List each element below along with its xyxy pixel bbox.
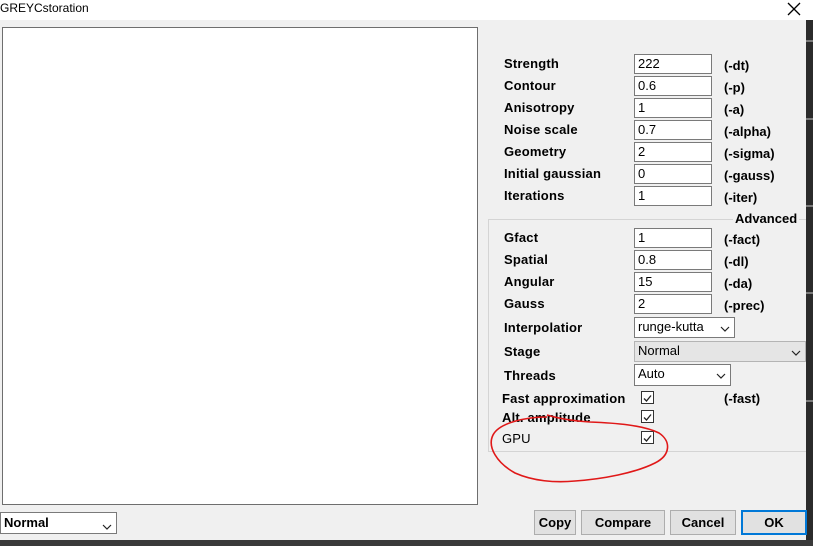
- view-mode-select[interactable]: Normal: [0, 512, 117, 534]
- strength-input[interactable]: 222: [634, 54, 712, 74]
- background-window-edge: [806, 20, 813, 546]
- anisotropy-label: Anisotropy: [504, 100, 575, 115]
- gfact-label: Gfact: [504, 230, 539, 245]
- copy-button[interactable]: Copy: [534, 510, 576, 535]
- compare-button[interactable]: Compare: [581, 510, 665, 535]
- advanced-group-legend: Advanced: [733, 211, 800, 227]
- initial-gaussian-input[interactable]: 0: [634, 164, 712, 184]
- contour-flag: (-p): [724, 80, 745, 95]
- background-window-edge-mark: [806, 118, 813, 120]
- strength-label: Strength: [504, 56, 560, 71]
- threads-label: Threads: [504, 368, 556, 383]
- iterations-label: Iterations: [504, 188, 565, 203]
- chevron-down-icon: [720, 321, 730, 332]
- initial-gaussian-flag: (-gauss): [724, 168, 775, 183]
- threads-value: Auto: [638, 366, 665, 381]
- background-window-edge-mark: [806, 40, 813, 42]
- geometry-flag: (-sigma): [724, 146, 775, 161]
- angular-label: Angular: [504, 274, 555, 289]
- interpolation-label: Interpolatior: [504, 320, 583, 335]
- ok-button[interactable]: OK: [741, 510, 807, 535]
- background-window-edge-mark: [806, 400, 813, 402]
- geometry-label: Geometry: [504, 144, 567, 159]
- angular-input[interactable]: 15: [634, 272, 712, 292]
- gfact-input[interactable]: 1: [634, 228, 712, 248]
- gfact-flag: (-fact): [724, 232, 761, 247]
- close-icon[interactable]: [785, 0, 803, 18]
- angular-flag: (-da): [724, 276, 753, 291]
- noise-scale-flag: (-alpha): [724, 124, 771, 139]
- window-title: GREYCstoration: [0, 1, 89, 15]
- contour-input[interactable]: 0.6: [634, 76, 712, 96]
- initial-gaussian-label: Initial gaussian: [504, 166, 602, 181]
- fast-approximation-checkbox[interactable]: [641, 391, 654, 404]
- stage-select[interactable]: Normal: [634, 341, 806, 362]
- image-preview[interactable]: [2, 27, 478, 505]
- fast-approximation-flag: (-fast): [724, 391, 761, 406]
- contour-label: Contour: [504, 78, 556, 93]
- chevron-down-icon: [791, 345, 801, 356]
- gauss-flag: (-prec): [724, 298, 765, 313]
- spatial-label: Spatial: [504, 252, 549, 267]
- noise-scale-label: Noise scale: [504, 122, 578, 137]
- chevron-down-icon: [716, 368, 726, 379]
- threads-select[interactable]: Auto: [634, 364, 731, 386]
- interpolation-value: runge-kutta: [638, 319, 704, 334]
- anisotropy-flag: (-a): [724, 102, 745, 117]
- iterations-input[interactable]: 1: [634, 186, 712, 206]
- noise-scale-input[interactable]: 0.7: [634, 120, 712, 140]
- gauss-input[interactable]: 2: [634, 294, 712, 314]
- geometry-input[interactable]: 2: [634, 142, 712, 162]
- background-taskbar-edge: [0, 540, 813, 546]
- spatial-flag: (-dl): [724, 254, 749, 269]
- title-bar: GREYCstoration: [0, 0, 813, 20]
- spatial-input[interactable]: 0.8: [634, 250, 712, 270]
- view-mode-value: Normal: [4, 515, 49, 530]
- interpolation-select[interactable]: runge-kutta: [634, 317, 735, 338]
- anisotropy-input[interactable]: 1: [634, 98, 712, 118]
- gauss-label: Gauss: [504, 296, 545, 311]
- cancel-button[interactable]: Cancel: [670, 510, 736, 535]
- background-window-edge-mark: [806, 205, 813, 207]
- iterations-flag: (-iter): [724, 190, 758, 205]
- red-annotation-circle: [490, 414, 669, 483]
- stage-label: Stage: [504, 344, 541, 359]
- checkmark-icon: [643, 395, 652, 402]
- strength-flag: (-dt): [724, 58, 750, 73]
- chevron-down-icon: [102, 518, 112, 530]
- stage-value: Normal: [638, 343, 680, 358]
- background-window-edge-mark: [806, 292, 813, 294]
